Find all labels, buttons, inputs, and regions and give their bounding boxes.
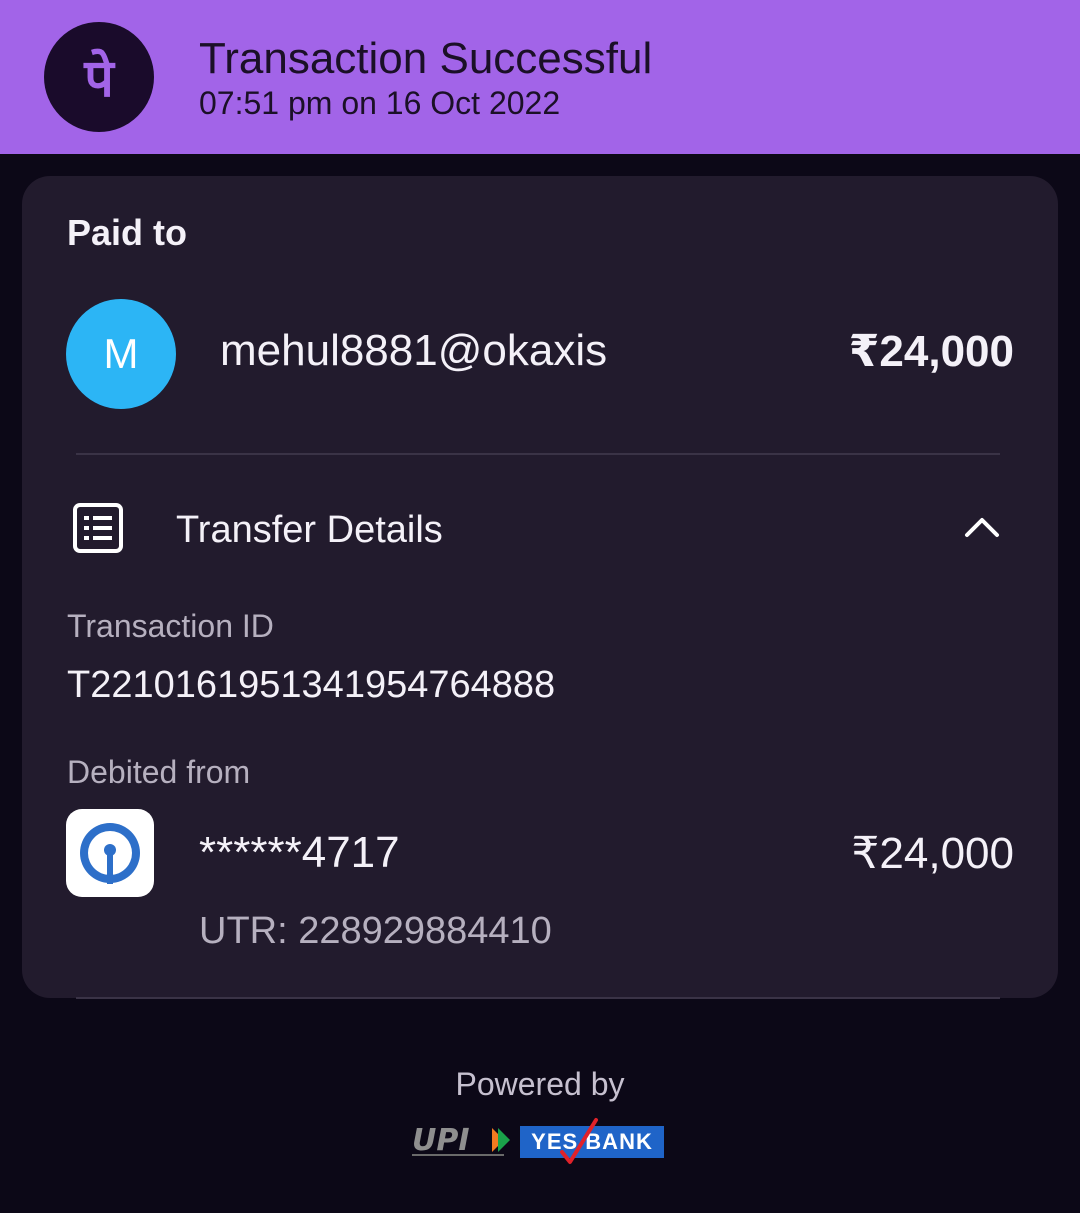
debited-from-label: Debited from [67,754,251,790]
transaction-card: Paid to M mehul8881@okaxis ₹24,000 Trans… [22,176,1058,998]
phonepe-logo-icon: पे [44,22,154,132]
debited-amount: ₹24,000 [851,829,1014,878]
avatar: M [66,299,176,409]
receipt-list-icon [72,502,124,559]
header-bar: पे Transaction Successful 07:51 pm on 16… [0,0,1080,154]
debited-account-number: ******4717 [199,828,400,877]
yes-bank-logo-icon: YES BANK [520,1118,664,1164]
page-title: Transaction Successful [199,34,653,83]
upi-logo-icon: UPI [410,1120,514,1167]
transaction-id-value[interactable]: T2210161951341954764888 [67,664,555,707]
phonepe-logo-glyph: पे [83,48,116,109]
payee-upi-id[interactable]: mehul8881@okaxis [220,326,607,376]
avatar-letter: M [103,330,139,377]
paid-amount: ₹24,000 [848,327,1014,376]
utr-number[interactable]: UTR: 228929884410 [199,910,552,953]
transfer-details-toggle[interactable]: Transfer Details [176,509,443,552]
divider [76,997,1000,999]
sbi-bank-logo-icon [66,809,154,897]
chevron-up-icon[interactable] [964,516,1000,543]
transaction-timestamp: 07:51 pm on 16 Oct 2022 [199,85,561,121]
divider [76,453,1000,455]
powered-by-label: Powered by [455,1066,625,1102]
paid-to-heading: Paid to [67,212,188,253]
transaction-id-label: Transaction ID [67,608,274,644]
upi-logo-text: UPI [412,1123,470,1158]
